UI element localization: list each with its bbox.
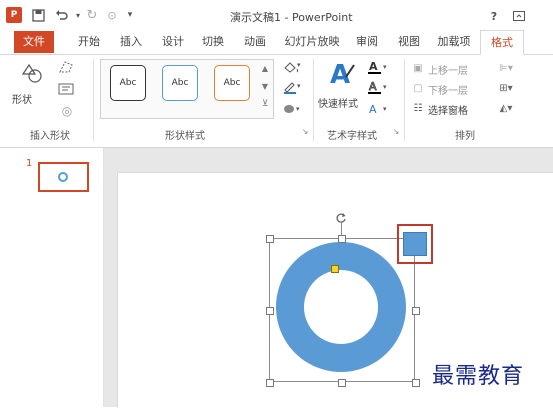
svg-text:▾: ▾	[383, 83, 387, 91]
quick-layout-button[interactable]	[403, 232, 427, 256]
draw-text-box-icon[interactable]	[56, 81, 78, 97]
svg-text:A: A	[369, 80, 377, 93]
text-effects-icon[interactable]: A ▾	[366, 101, 392, 117]
resize-handle-left[interactable]	[266, 307, 274, 315]
text-fill-icon[interactable]: A ▾	[366, 59, 392, 75]
donut-shape[interactable]	[276, 242, 406, 372]
ribbon-display-options-icon[interactable]	[510, 8, 528, 24]
align-icon[interactable]: ⊫▾	[496, 61, 516, 75]
merge-shapes-icon[interactable]: ◎	[56, 103, 78, 119]
save-icon[interactable]	[30, 7, 46, 23]
wordart-launcher-icon[interactable]: ↘	[391, 125, 401, 137]
resize-handle-bottom-left[interactable]	[266, 379, 274, 387]
tab-transitions[interactable]: 切换	[196, 30, 230, 53]
quick-styles-icon[interactable]: A	[328, 57, 356, 89]
slide-thumbnails-panel: 1	[0, 148, 104, 407]
arrange-group-label: 排列	[455, 131, 475, 142]
shape-outline-icon[interactable]: ▾	[280, 79, 304, 95]
rotation-handle-icon[interactable]	[335, 212, 347, 224]
resize-handle-top-left[interactable]	[266, 235, 274, 243]
shape-fill-icon[interactable]: ▾	[280, 59, 304, 75]
shape-effects-icon[interactable]: ▾	[280, 101, 304, 117]
shape-style-dark[interactable]: Abc	[110, 65, 146, 101]
window-title: 演示文稿1 - PowerPoint	[230, 11, 353, 24]
edit-shape-icon[interactable]	[56, 59, 78, 75]
adjustment-handle[interactable]	[331, 265, 339, 273]
wordart-styles-group-label: 艺术字样式	[327, 131, 377, 142]
gallery-scroll-up-icon[interactable]: ▲	[259, 61, 271, 75]
svg-text:A: A	[369, 103, 377, 116]
shape-styles-group-label: 形状样式	[165, 131, 205, 142]
svg-text:▾: ▾	[383, 63, 387, 71]
ribbon-tabs: 文件 开始 插入 设计 切换 动画 幻灯片放映 审阅 视图 加载项 格式	[0, 30, 553, 55]
svg-text:▾: ▾	[296, 105, 300, 113]
svg-text:▾: ▾	[297, 82, 301, 90]
slide-number: 1	[26, 158, 33, 169]
undo-icon[interactable]	[54, 7, 70, 23]
help-button[interactable]: ?	[485, 8, 503, 24]
start-from-beginning-icon[interactable]: ⊙	[104, 7, 120, 23]
bring-forward-button[interactable]: 上移一层	[428, 62, 468, 77]
ribbon: 形状 ◎ 插入形状 Abc Abc Abc ▲ ▼ ⊻ ▾ ▾ ▾ 形状样式 ↘…	[0, 55, 553, 148]
bring-forward-icon[interactable]: ▣	[411, 61, 425, 75]
resize-handle-top[interactable]	[338, 235, 346, 243]
tab-slideshow[interactable]: 幻灯片放映	[280, 30, 344, 53]
insert-shapes-group-label: 插入形状	[30, 131, 70, 142]
tab-animations[interactable]: 动画	[238, 30, 272, 53]
tab-file[interactable]: 文件	[14, 31, 54, 53]
shape-styles-launcher-icon[interactable]: ↘	[300, 125, 310, 137]
resize-handle-right[interactable]	[412, 307, 420, 315]
tab-view[interactable]: 视图	[392, 30, 426, 53]
shapes-gallery-icon[interactable]	[18, 61, 46, 85]
powerpoint-logo-icon: P	[6, 7, 22, 23]
resize-handle-bottom[interactable]	[338, 379, 346, 387]
shape-style-orange[interactable]: Abc	[214, 65, 250, 101]
tab-addins[interactable]: 加载项	[432, 30, 476, 53]
selection-pane-icon[interactable]: ☷	[411, 101, 425, 115]
tab-insert[interactable]: 插入	[114, 30, 148, 53]
shape-style-blue[interactable]: Abc	[162, 65, 198, 101]
tab-format[interactable]: 格式	[480, 30, 524, 55]
ribbon-divider	[313, 59, 314, 141]
quick-styles-label[interactable]: 快速样式	[318, 95, 358, 110]
redo-icon[interactable]: ↻	[84, 7, 100, 23]
svg-text:A: A	[369, 60, 378, 73]
ribbon-divider	[404, 59, 405, 141]
resize-handle-bottom-right[interactable]	[412, 379, 420, 387]
tab-review[interactable]: 审阅	[350, 30, 384, 53]
title-bar: P ▾ ↻ ⊙ ▾ 演示文稿1 - PowerPoint ?	[0, 0, 553, 30]
tab-home[interactable]: 开始	[72, 30, 106, 53]
gallery-more-icon[interactable]: ⊻	[259, 97, 271, 111]
send-backward-icon[interactable]: ▢	[411, 81, 425, 95]
svg-text:▾: ▾	[297, 61, 301, 69]
watermark-text: 最需教育	[432, 364, 525, 389]
tab-design[interactable]: 设计	[156, 30, 190, 53]
group-objects-icon[interactable]: ⊞▾	[496, 81, 516, 95]
customize-quick-access-icon[interactable]: ▾	[122, 7, 138, 23]
send-backward-button[interactable]: 下移一层	[428, 82, 468, 97]
shapes-button-label[interactable]: 形状	[12, 91, 32, 106]
text-outline-icon[interactable]: A ▾	[366, 79, 392, 95]
ribbon-divider	[93, 59, 94, 141]
svg-text:▾: ▾	[383, 105, 387, 113]
rotate-icon[interactable]: ◭▾	[496, 101, 516, 115]
thumbnail-donut-shape	[58, 172, 68, 182]
selection-pane-button[interactable]: 选择窗格	[428, 102, 468, 117]
gallery-scroll-down-icon[interactable]: ▼	[259, 79, 271, 93]
slide-thumbnail-1[interactable]	[38, 162, 89, 192]
